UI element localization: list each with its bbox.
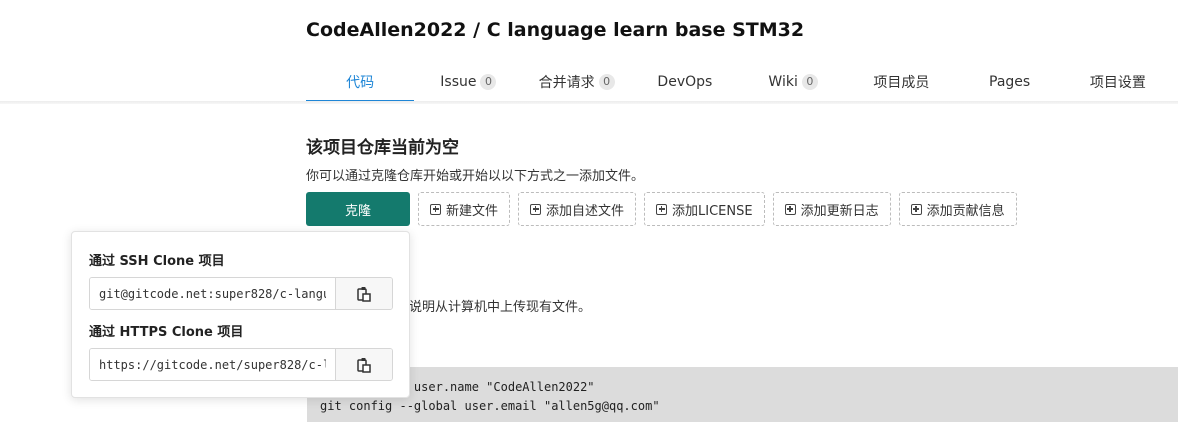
button-label: 添加自述文件 (546, 203, 625, 219)
tab-label: Issue (440, 74, 477, 90)
clone-popup: 通过 SSH Clone 项目 通过 HTTPS Clone 项目 (71, 231, 410, 398)
empty-repo-title: 该项目仓库当前为空 (306, 138, 459, 158)
tab-devops[interactable]: DevOps (631, 62, 739, 102)
tab-merge-requests[interactable]: 合并请求 0 (523, 62, 631, 102)
plus-square-icon (784, 203, 796, 215)
count-badge: 0 (598, 74, 615, 90)
plus-square-icon (656, 203, 668, 215)
tab-label: 代码 (346, 75, 375, 91)
tab-label: 合并请求 (538, 75, 595, 91)
button-label: 添加更新日志 (800, 203, 879, 219)
tab-wiki[interactable]: Wiki 0 (739, 62, 847, 102)
repo-actions: 克隆 新建文件 添加自述文件 添加LICENSE 添加更新日志 添加贡献信息 (306, 192, 1025, 226)
add-readme-button[interactable]: 添加自述文件 (518, 192, 637, 226)
ssh-clone-row (89, 277, 393, 310)
tab-label: DevOps (657, 74, 713, 90)
upload-hint: 下说明从计算机中上传现有文件。 (396, 300, 592, 315)
add-license-button[interactable]: 添加LICENSE (644, 192, 765, 226)
https-url-input[interactable] (90, 349, 335, 380)
count-badge: 0 (480, 74, 497, 90)
button-label: 添加贡献信息 (926, 203, 1005, 219)
tab-label: Pages (989, 74, 1031, 90)
repo-title: CodeAllen2022 / C language learn base ST… (306, 19, 804, 41)
plus-square-icon (910, 203, 922, 215)
tab-label: 项目设置 (1089, 75, 1146, 91)
plus-square-icon (430, 203, 441, 215)
https-clone-label: 通过 HTTPS Clone 项目 (89, 325, 244, 340)
git-config-code-block: global user.name "CodeAllen2022" git conf… (307, 367, 1178, 422)
https-clone-row (89, 348, 393, 381)
ssh-url-input[interactable] (90, 278, 335, 309)
tab-settings[interactable]: 项目设置 (1064, 62, 1172, 102)
code-line: git config --global user.email "allen5g@… (320, 399, 660, 413)
count-badge: 0 (801, 74, 818, 90)
clone-button[interactable]: 克隆 (306, 192, 410, 226)
ssh-clone-label: 通过 SSH Clone 项目 (89, 254, 225, 269)
copy-icon (357, 286, 371, 302)
tab-label: Wiki (768, 74, 798, 90)
header-divider (0, 101, 1178, 104)
tab-members[interactable]: 项目成员 (847, 62, 955, 102)
repo-owner[interactable]: CodeAllen2022 (306, 19, 467, 41)
repo-name[interactable]: C language learn base STM32 (487, 19, 804, 41)
button-label: 新建文件 (446, 203, 499, 219)
code-line: global user.name "CodeAllen2022" (320, 380, 595, 394)
copy-https-button[interactable] (335, 349, 392, 380)
tab-code[interactable]: 代码 (306, 62, 415, 102)
button-label: 添加LICENSE (672, 203, 753, 219)
empty-repo-description: 你可以通过克隆仓库开始或开始以以下方式之一添加文件。 (306, 169, 645, 184)
add-changelog-button[interactable]: 添加更新日志 (772, 192, 891, 226)
copy-ssh-button[interactable] (335, 278, 392, 309)
tab-label: 项目成员 (873, 75, 930, 91)
tab-issue[interactable]: Issue 0 (414, 62, 522, 102)
repo-separator: / (466, 19, 487, 41)
tab-pages[interactable]: Pages (956, 62, 1064, 102)
new-file-button[interactable]: 新建文件 (418, 192, 511, 226)
add-contributing-button[interactable]: 添加贡献信息 (898, 192, 1017, 226)
plus-square-icon (530, 203, 542, 215)
repo-tabs: 代码 Issue 0 合并请求 0 DevOps Wiki 0 项目成员 Pag… (306, 62, 1172, 102)
copy-icon (357, 357, 371, 373)
